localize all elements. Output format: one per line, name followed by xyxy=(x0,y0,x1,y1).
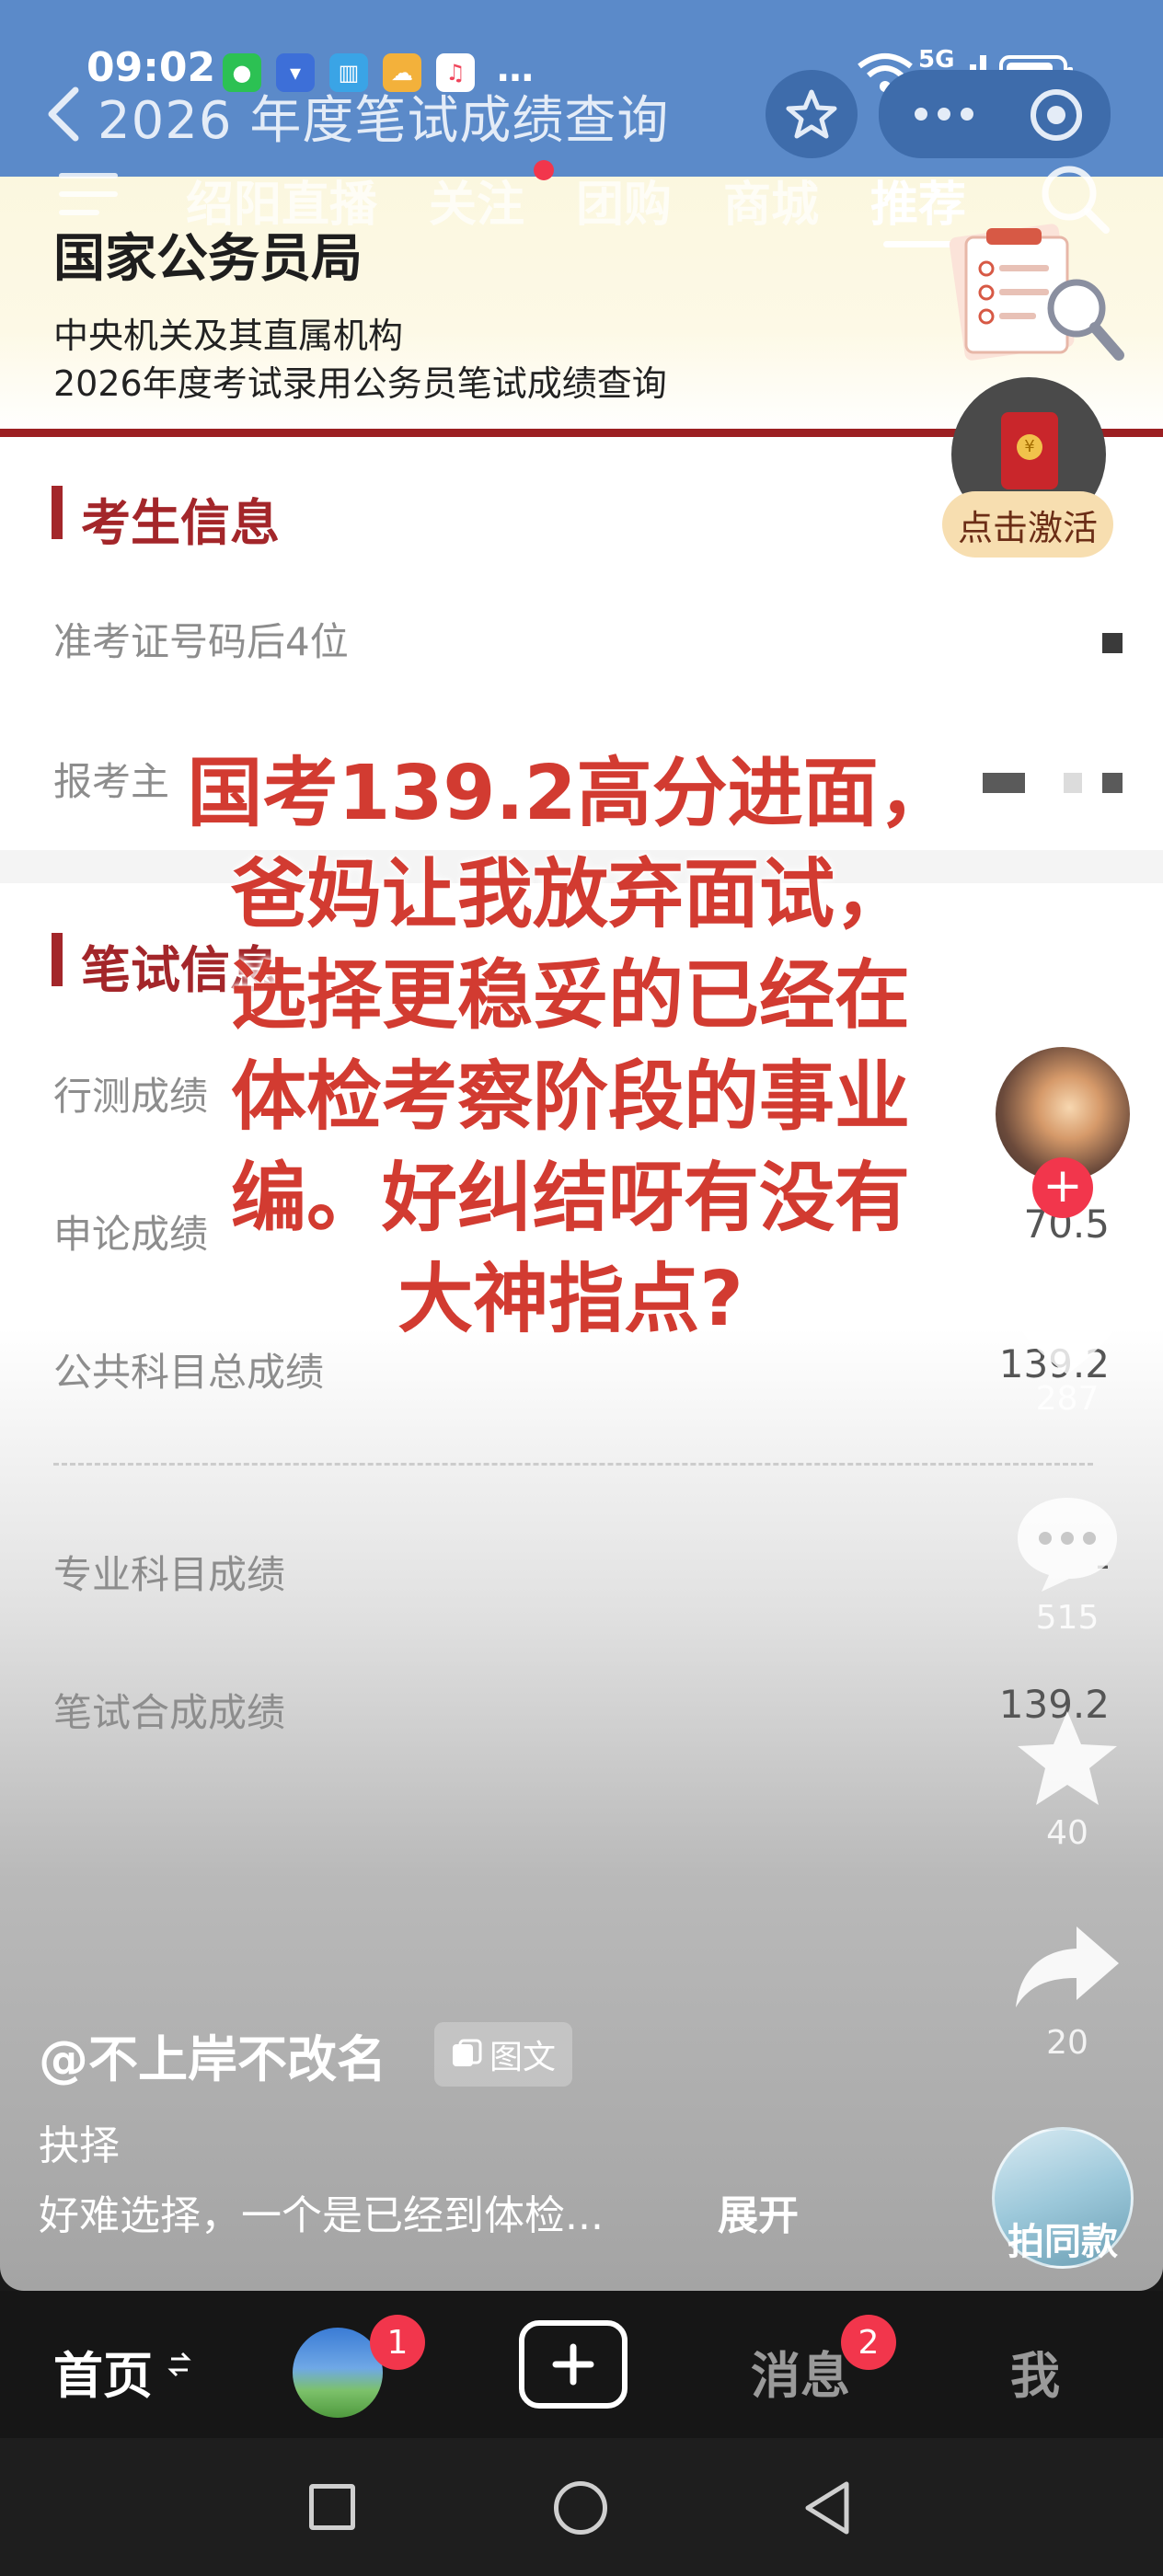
share-icon[interactable] xyxy=(1012,1921,1123,2017)
nav-me[interactable]: 我 xyxy=(1010,2335,1060,2408)
mini-program-title: 2026 年度笔试成绩查询 xyxy=(98,91,670,151)
create-button[interactable] xyxy=(519,2320,628,2409)
masked-value xyxy=(1102,773,1123,793)
back-button[interactable] xyxy=(800,2478,852,2541)
close-target-icon[interactable] xyxy=(1028,86,1085,147)
same-style-label[interactable]: 拍同款 xyxy=(981,2212,1145,2265)
heart-icon[interactable] xyxy=(1010,1279,1124,1384)
follow-plus-icon[interactable]: + xyxy=(1032,1157,1093,1218)
more-dots-icon[interactable] xyxy=(912,101,976,131)
section-marker xyxy=(52,933,63,986)
post-type-label: 图文 xyxy=(489,2039,557,2076)
comment-icon[interactable] xyxy=(1012,1492,1123,1599)
masked-value xyxy=(1064,773,1082,793)
favorite-star-button[interactable] xyxy=(766,70,858,158)
candidate-section-title: 考生信息 xyxy=(81,494,280,552)
comment-count: 515 xyxy=(1035,1599,1100,1637)
favorite-icon[interactable] xyxy=(1014,1708,1121,1812)
score-label-combined: 笔试合成成绩 xyxy=(53,1690,286,1735)
tab-mall[interactable]: 商城 xyxy=(723,166,819,235)
banner-line-1: 中央机关及其直属机构 xyxy=(53,316,404,356)
bureau-name: 国家公务员局 xyxy=(53,229,363,289)
nav-messages[interactable]: 消息 xyxy=(751,2335,850,2408)
exam-paper-illustration xyxy=(938,221,1132,372)
post-image[interactable]: 09:02 ● ▾ ▥ ☁ ♫ … 5G 2026 年度笔试成绩查询 绍阳 直播… xyxy=(0,0,1163,2291)
tab-following[interactable]: 关注 xyxy=(429,166,524,235)
score-label-professional: 专业科目成绩 xyxy=(53,1552,286,1597)
favorite-count: 40 xyxy=(1046,1814,1088,1852)
star-outline-icon xyxy=(786,89,837,139)
recents-button[interactable] xyxy=(309,2484,355,2530)
messages-badge: 2 xyxy=(841,2315,896,2370)
author-name[interactable]: @不上岸不改名 xyxy=(39,2018,386,2091)
share-count: 20 xyxy=(1046,2024,1088,2062)
dashed-divider xyxy=(53,1463,1093,1466)
like-count: 287 xyxy=(1035,1380,1100,1418)
refresh-swap-icon xyxy=(167,2346,191,2386)
red-envelope-icon: ¥ xyxy=(1001,412,1058,489)
banner-line-2: 2026年度考试录用公务员笔试成绩查询 xyxy=(53,363,667,404)
bottom-nav: 首页 1 消息 2 我 xyxy=(0,2291,1163,2438)
field-label-ticket: 准考证号码后4位 xyxy=(53,619,349,664)
post-description[interactable]: 好难选择，一个是已经到体检... xyxy=(39,2182,604,2241)
plus-icon xyxy=(552,2343,594,2386)
system-nav-bar xyxy=(0,2438,1163,2576)
nav-home[interactable]: 首页 xyxy=(53,2335,153,2408)
friends-badge: 1 xyxy=(370,2315,425,2370)
following-dot xyxy=(534,160,554,180)
expand-link[interactable]: 展开 xyxy=(718,2182,799,2241)
section-marker xyxy=(52,486,63,539)
back-icon[interactable] xyxy=(44,85,81,147)
activate-button[interactable]: 点击激活 xyxy=(942,491,1113,558)
image-text-icon xyxy=(453,2039,482,2066)
masked-value xyxy=(1102,633,1123,653)
post-caption: 国考139.2高分进面， 爸妈让我放弃面试， 选择更稳妥的已经在 体检考察阶段的… xyxy=(187,750,954,1343)
mini-program-capsule xyxy=(879,70,1111,158)
post-type-chip: 图文 xyxy=(434,2022,573,2087)
post-title: 抉择 xyxy=(39,2122,120,2169)
home-button[interactable] xyxy=(554,2481,607,2535)
tab-group-buy[interactable]: 团购 xyxy=(576,166,672,235)
menu-icon[interactable] xyxy=(57,171,120,221)
